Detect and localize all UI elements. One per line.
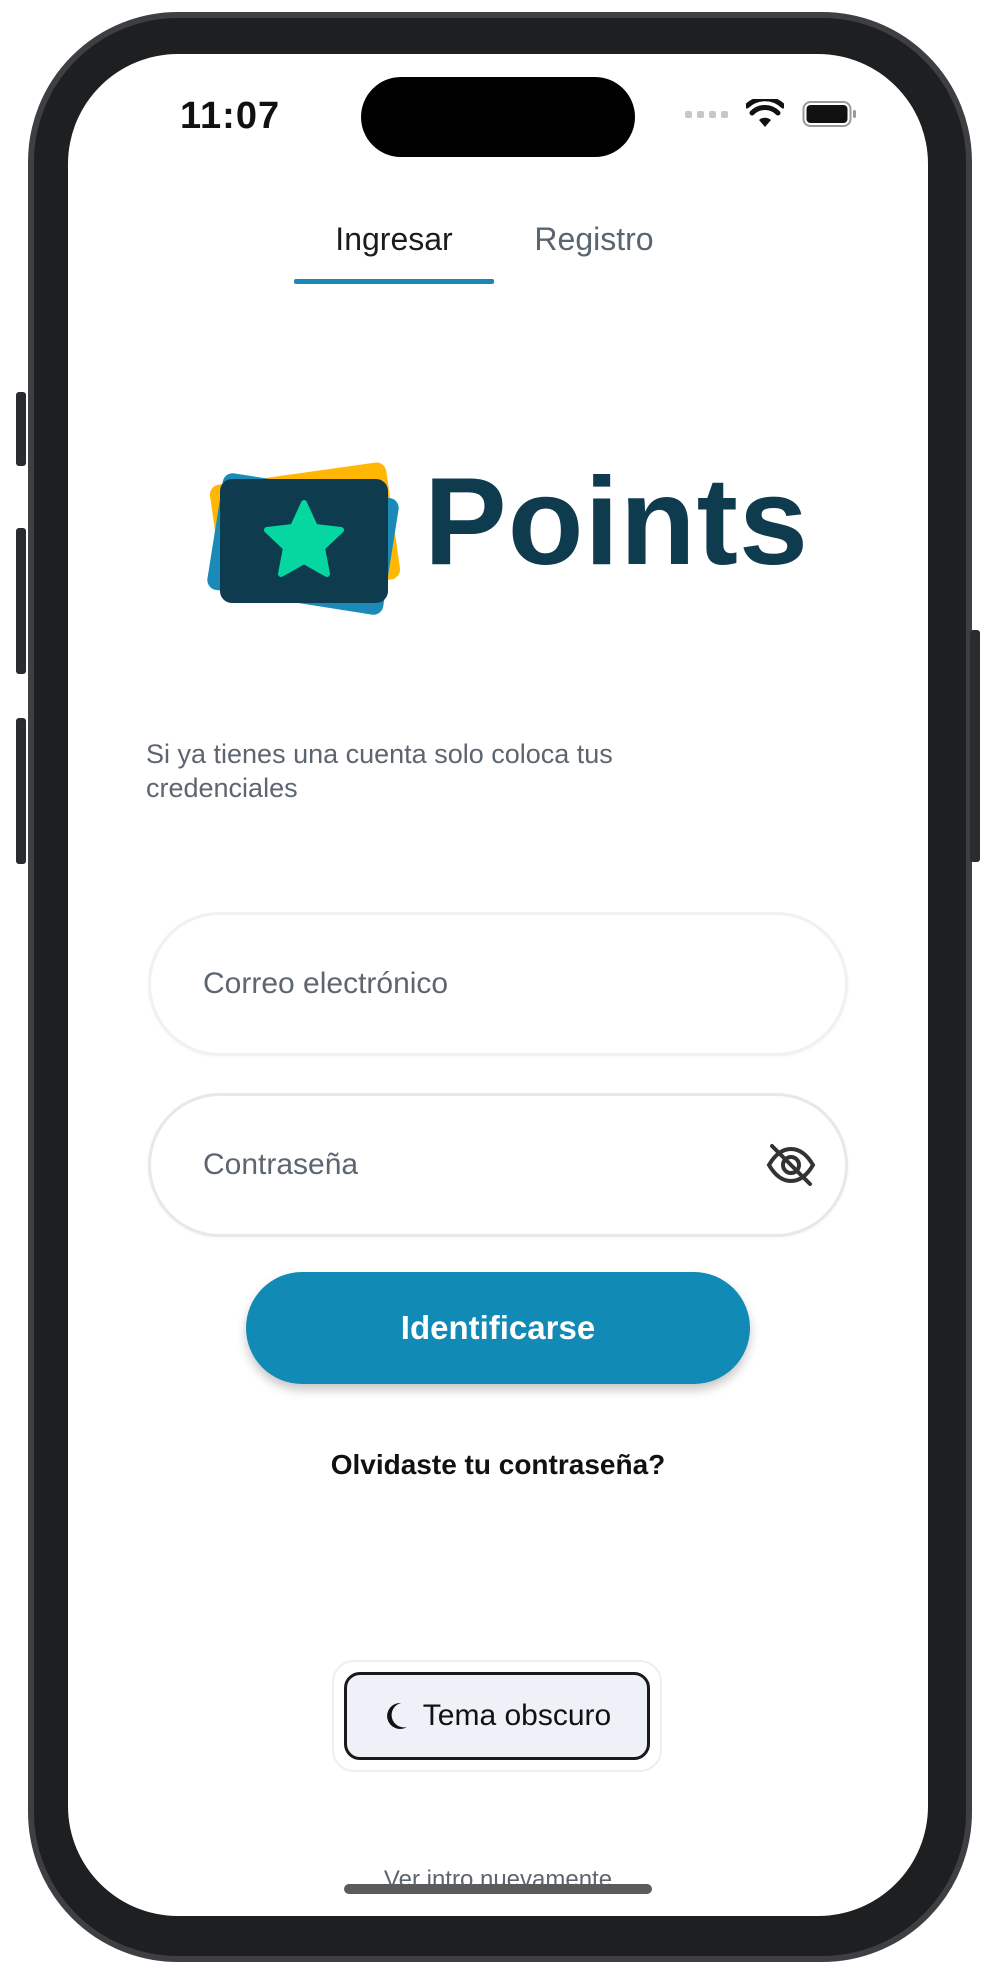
tab-register[interactable]: Registro [494, 204, 694, 284]
login-instructions: Si ya tienes una cuenta solo coloca tus … [146, 739, 613, 803]
logo-wordmark: Points [424, 453, 809, 591]
app-logo: Points [198, 439, 808, 639]
moon-icon [386, 1702, 407, 1729]
star-card-logo-icon [207, 462, 401, 615]
home-indicator[interactable] [344, 1884, 652, 1894]
status-icons [685, 99, 858, 129]
password-input[interactable] [201, 1147, 763, 1183]
dynamic-island [361, 77, 635, 157]
password-visibility-toggle[interactable] [763, 1137, 819, 1193]
email-input[interactable] [201, 966, 819, 1002]
auth-tabs: Ingresar Registro [68, 204, 928, 284]
signal-icon [685, 110, 728, 118]
dark-theme-button[interactable]: Tema obscuro [344, 1672, 650, 1760]
phone-mute-switch [16, 392, 26, 466]
phone-power-button [970, 630, 980, 862]
app-screen: 11:07 Ingresar Registro Points Si ya tie… [68, 54, 928, 1916]
email-field[interactable] [148, 912, 848, 1056]
eye-off-icon [766, 1144, 816, 1186]
theme-toggle-container: Tema obscuro [332, 1660, 662, 1772]
wifi-icon [746, 99, 784, 127]
tab-login[interactable]: Ingresar [294, 204, 494, 284]
tab-active-indicator [294, 279, 494, 284]
login-button[interactable]: Identificarse [246, 1272, 750, 1384]
dark-theme-label: Tema obscuro [422, 1699, 612, 1732]
status-time: 11:07 [180, 95, 281, 137]
battery-icon [802, 101, 856, 127]
forgot-password-link[interactable]: Olvidaste tu contraseña? [68, 1449, 928, 1481]
password-field[interactable] [148, 1093, 848, 1237]
phone-volume-up [16, 528, 26, 674]
phone-volume-down [16, 718, 26, 864]
